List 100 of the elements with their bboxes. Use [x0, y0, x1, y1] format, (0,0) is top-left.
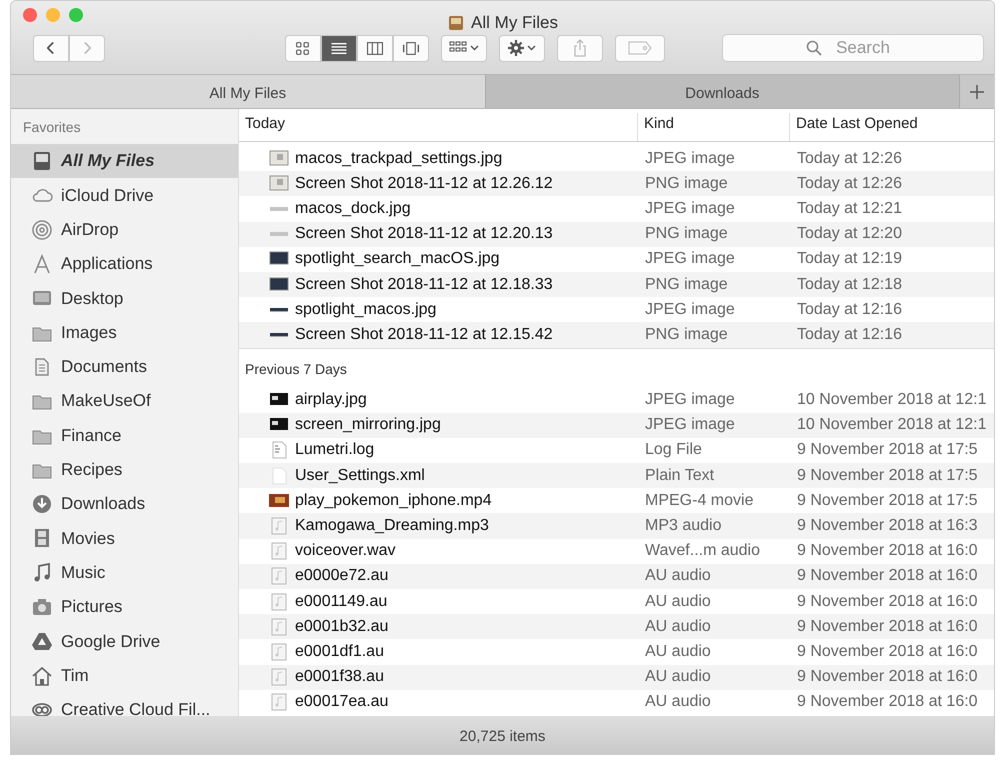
file-name[interactable]: spotlight_search_macOS.jpg	[295, 247, 500, 272]
column-view-icon	[367, 42, 383, 54]
video-thumbnail-icon	[269, 492, 289, 510]
arrange-button[interactable]	[441, 34, 487, 62]
cover-flow-button[interactable]	[393, 34, 429, 62]
file-name[interactable]: User_Settings.xml	[295, 464, 425, 488]
file-date: 10 November 2018 at 12:1	[796, 415, 986, 436]
file-name[interactable]: macos_trackpad_settings.jpg	[295, 146, 502, 171]
list-view-icon	[331, 42, 347, 54]
sidebar-item[interactable]: Movies	[11, 521, 238, 556]
sidebar-item[interactable]: Pictures	[11, 590, 238, 624]
audio-file-icon	[269, 517, 289, 536]
share-icon	[572, 39, 588, 57]
file-name[interactable]: Screen Shot 2018-11-12 at 12.15.42	[295, 322, 553, 347]
sidebar-item[interactable]: MakeUseOf	[11, 384, 238, 418]
file-date: Today at 12:16	[796, 300, 902, 320]
file-name[interactable]: e00017ea.au	[295, 690, 388, 714]
item-count: 20,725 items	[11, 716, 994, 754]
file-date: 9 November 2018 at 16:0	[796, 592, 978, 612]
file-name[interactable]: e0001b32.au	[295, 614, 388, 639]
file-kind: AU audio	[644, 616, 712, 637]
chevron-left-icon	[47, 42, 55, 54]
column-view-button[interactable]	[357, 34, 393, 62]
file-kind: JPEG image	[644, 300, 736, 320]
file-name[interactable]: voiceover.wav	[295, 539, 396, 564]
sidebar-item[interactable]: Documents	[11, 350, 238, 384]
icon-view-button[interactable]	[285, 34, 321, 62]
back-button[interactable]	[33, 34, 69, 62]
file-kind: Wavef...m audio	[644, 541, 762, 562]
file-name[interactable]: Screen Shot 2018-11-12 at 12.26.12	[295, 172, 553, 196]
audio-file-icon	[269, 668, 289, 686]
sidebar-item[interactable]: Applications	[11, 246, 238, 282]
sidebar-item[interactable]: Images	[11, 315, 238, 350]
file-name[interactable]: spotlight_macos.jpg	[295, 298, 436, 322]
file-name[interactable]: e0000e72.au	[295, 564, 388, 588]
sidebar-item[interactable]: Recipes	[11, 452, 238, 487]
file-kind: MPEG-4 movie	[644, 490, 754, 511]
file-kind: JPEG image	[644, 148, 736, 169]
sidebar-item[interactable]: Google Drive	[11, 624, 238, 658]
sidebar-item[interactable]: Downloads	[11, 486, 238, 522]
camera-icon	[31, 596, 53, 618]
file-name[interactable]: e0001149.au	[295, 590, 388, 614]
file-name[interactable]: Screen Shot 2018-11-12 at 12.18.33	[295, 272, 553, 297]
file-name[interactable]: macos_dock.jpg	[295, 196, 411, 221]
gear-icon	[508, 40, 524, 56]
search-field[interactable]: Search	[722, 34, 984, 62]
image-thumbnail-icon	[270, 232, 288, 236]
file-kind: Plain Text	[644, 466, 716, 486]
file-name[interactable]: screen_mirroring.jpg	[295, 413, 441, 438]
sidebar-item[interactable]: Finance	[11, 418, 238, 453]
file-kind: JPEG image	[644, 390, 736, 410]
plus-icon	[969, 84, 985, 100]
audio-file-icon	[269, 618, 289, 636]
file-name[interactable]: Lumetri.log	[295, 438, 374, 462]
sidebar-item[interactable]: Tim	[11, 658, 238, 693]
file-kind: AU audio	[644, 592, 712, 612]
list-view-button[interactable]	[321, 34, 357, 62]
file-date: 9 November 2018 at 17:5	[796, 466, 978, 486]
close-button[interactable]	[23, 8, 37, 22]
image-thumbnail-icon	[269, 174, 289, 193]
column-header[interactable]: Date Last Opened	[789, 112, 994, 141]
group-heading: Previous 7 Days	[239, 348, 994, 388]
sidebar-item[interactable]: Desktop	[11, 281, 238, 316]
sidebar-item[interactable]: AirDrop	[11, 212, 238, 247]
file-name[interactable]: Kamogawa_Dreaming.mp3	[295, 514, 489, 538]
audio-file-icon	[269, 592, 289, 611]
file-name[interactable]: play_pokemon_iphone.mp4	[295, 488, 492, 513]
file-date: 9 November 2018 at 17:5	[796, 490, 978, 511]
file-date: Today at 12:26	[796, 148, 902, 169]
file-kind: PNG image	[644, 224, 729, 244]
search-icon	[806, 40, 822, 56]
file-name[interactable]: e0001f38.au	[295, 665, 384, 690]
image-thumbnail-icon	[270, 206, 288, 211]
tab[interactable]: Downloads	[486, 75, 960, 108]
house-icon	[31, 664, 53, 687]
window-title: All My Files	[471, 12, 558, 34]
file-kind: AU audio	[644, 667, 712, 688]
file-kind: PNG image	[644, 174, 729, 194]
file-name[interactable]: e0001df1.au	[295, 640, 384, 664]
sidebar-item[interactable]: Creative Cloud Fil...	[11, 692, 238, 716]
file-date: 9 November 2018 at 16:0	[796, 692, 978, 712]
file-kind: AU audio	[644, 566, 712, 586]
tab[interactable]: All My Files	[11, 75, 486, 108]
icon-view-icon	[295, 42, 311, 54]
file-name[interactable]: Screen Shot 2018-11-12 at 12.20.13	[295, 222, 553, 246]
file-date: 9 November 2018 at 16:0	[796, 541, 978, 562]
file-name[interactable]: airplay.jpg	[295, 388, 367, 412]
sidebar-item[interactable]: iCloud Drive	[11, 178, 238, 213]
sidebar-item[interactable]: Music	[11, 556, 238, 590]
sidebar-heading: Favorites	[22, 118, 82, 137]
column-header[interactable]: Kind	[637, 112, 789, 141]
audio-file-icon	[269, 567, 289, 586]
file-date: 9 November 2018 at 17:5	[796, 440, 978, 460]
sidebar-item[interactable]: All My Files	[11, 144, 238, 178]
file-date: Today at 12:19	[796, 249, 902, 270]
triangle-logo-icon	[31, 630, 53, 652]
action-button[interactable]	[499, 34, 545, 62]
audio-file-icon	[269, 693, 289, 712]
drive-icon	[31, 150, 53, 172]
file-date: 9 November 2018 at 16:3	[796, 516, 978, 536]
